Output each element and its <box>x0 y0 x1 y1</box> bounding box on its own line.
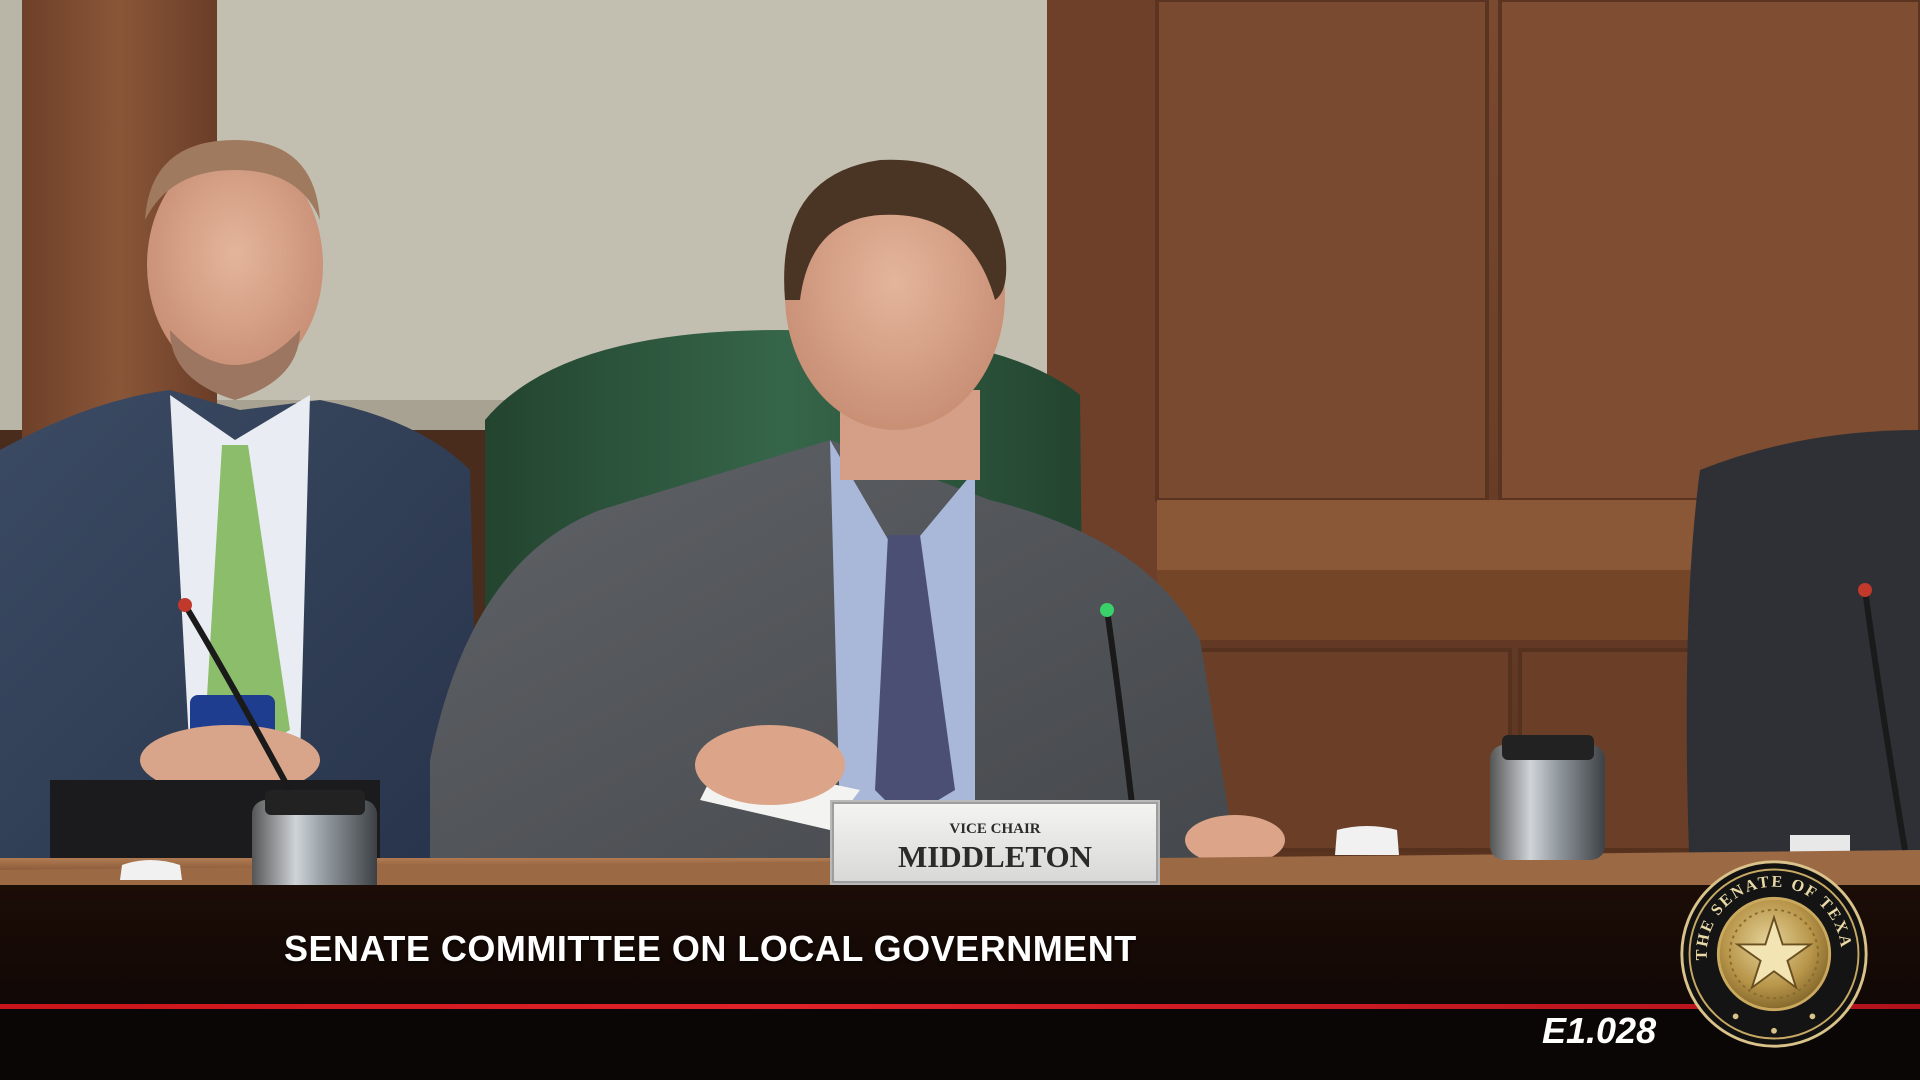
room-number: E1.028 <box>1542 1010 1657 1051</box>
nameplate-role: VICE CHAIR <box>949 821 1040 837</box>
senate-seal-icon: THE SENATE OF TEXAS <box>1678 858 1868 1048</box>
committee-title: SENATE COMMITTEE ON LOCAL GOVERNMENT <box>284 928 1137 969</box>
right-member <box>1686 430 1920 880</box>
nameplate-name: MIDDLETON <box>898 839 1092 874</box>
nameplate: VICE CHAIR MIDDLETON <box>830 800 1160 885</box>
